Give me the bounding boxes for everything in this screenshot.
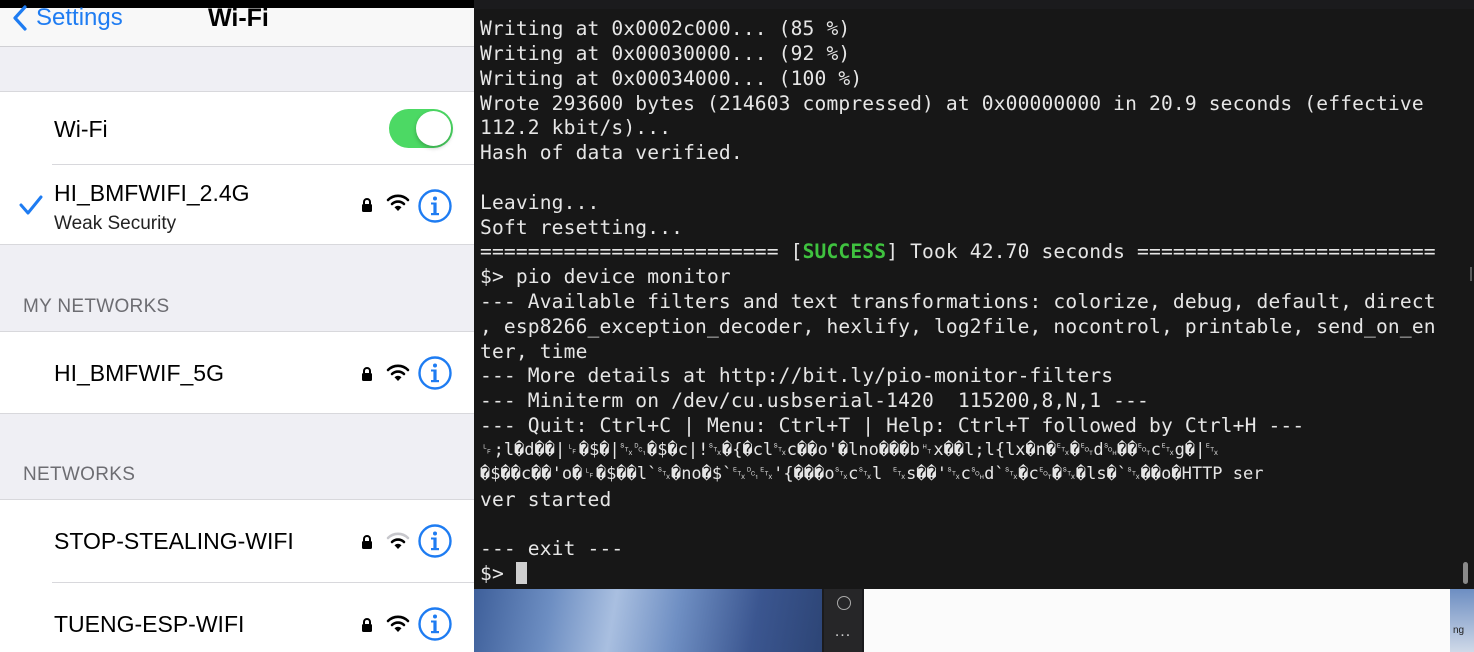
network-row[interactable]: STOP-STEALING-WIFI [0,500,474,583]
checkmark-icon [19,195,43,215]
background-window [864,589,1450,652]
networks-header: NETWORKS [23,464,136,485]
back-button[interactable]: Settings [12,2,123,34]
wifi-toggle-label: Wi-Fi [54,116,108,142]
desktop-area: ... ng [474,589,1474,652]
back-label: Settings [36,4,123,31]
networks-group: STOP-STEALING-WIFI TUENG-ESP-WIFI [0,499,474,652]
scroll-marker [1470,267,1472,281]
lock-icon [362,618,372,632]
wifi-signal-icon [386,194,410,211]
terminal-line: Leaving... [480,191,600,214]
wifi-signal-weak-icon [386,532,410,549]
prompt: $> [480,562,516,585]
connected-network-row[interactable]: HI_BMFWIFI_2.4G Weak Security [0,165,474,244]
wifi-signal-icon [386,364,410,381]
info-icon[interactable] [417,355,453,391]
success-right: ] Took 42.70 seconds ===================… [886,240,1436,263]
my-networks-group: HI_BMFWIF_5G [0,331,474,414]
network-name: HI_BMFWIF_5G [54,360,224,386]
lock-icon [362,198,372,212]
terminal-line: --- Available filters and text transform… [480,290,1436,313]
edge-label: ng [1453,625,1465,636]
success-status: SUCCESS [802,240,887,263]
toggle-knob [416,111,451,146]
terminal-line: 112.2 kbit/s)... [480,116,672,139]
info-icon[interactable] [417,523,453,559]
terminal-line: , esp8266_exception_decoder, hexlify, lo… [480,315,1436,338]
lock-icon [362,535,372,549]
wifi-toggle-switch[interactable] [389,109,453,148]
terminal-line: ter, time [480,340,588,363]
success-line: ========================= [SUCCESS] Took… [480,239,1436,264]
wifi-settings-panel: Settings Wi-Fi Wi-Fi HI_BMFWIFI_2.4G Wea… [0,0,474,652]
terminal-line: --- More details at http://bit.ly/pio-mo… [480,364,1114,387]
network-row[interactable]: TUENG-ESP-WIFI [0,583,474,652]
garbage-output-line: �$��c��'o�␊�$��l`␂�no�$`␃␑␃'{���o␂c␂l ␃s… [480,464,1264,484]
network-name: TUENG-ESP-WIFI [54,611,245,637]
desktop-wallpaper [474,589,822,652]
edge-window: ng [1450,589,1474,652]
terminal-line: Writing at 0x0002c000... (85 %) [480,17,851,40]
record-icon [837,596,851,610]
network-row[interactable]: HI_BMFWIF_5G [0,332,474,413]
chevron-left-icon [13,5,27,31]
info-icon[interactable] [417,188,453,224]
terminal-line: Hash of data verified. [480,141,743,164]
terminal-line: --- Miniterm on /dev/cu.usbserial-1420 1… [480,389,1149,412]
connected-network-name: HI_BMFWIFI_2.4G [54,180,250,206]
prompt-line[interactable]: $> [480,561,527,586]
network-name: STOP-STEALING-WIFI [54,528,294,554]
page-title: Wi-Fi [208,4,269,32]
scrollbar-thumb[interactable] [1463,562,1468,584]
terminal-line: --- Quit: Ctrl+C | Menu: Ctrl+T | Help: … [480,414,1305,437]
terminal-line: Soft resetting... [480,216,684,239]
my-networks-header: MY NETWORKS [23,296,170,317]
terminal-line: $> pio device monitor [480,265,731,288]
terminal-line: ver started [480,488,612,511]
terminal-line: --- exit --- [480,537,624,560]
more-dots: ... [834,623,852,640]
terminal-line: Wrote 293600 bytes (214603 compressed) a… [480,92,1424,115]
more-button[interactable]: ... [824,589,862,652]
terminal-window[interactable]: Writing at 0x0002c000... (85 %) Writing … [474,9,1474,589]
terminal-line: Writing at 0x00034000... (100 %) [480,67,863,90]
lock-icon [362,367,372,381]
nav-bar: Settings Wi-Fi [0,4,474,47]
wifi-signal-icon [386,615,410,632]
garbage-output-line: ␊;l�d��|␊�$�|␂␑�$�c|!␂�{�cl␂c��o'�lno���… [480,440,1219,460]
success-left: ========================= [ [480,240,803,263]
text-cursor [515,562,527,584]
connected-network-subtitle: Weak Security [54,213,177,234]
info-icon[interactable] [417,606,453,642]
terminal-line: Writing at 0x00030000... (92 %) [480,42,851,65]
